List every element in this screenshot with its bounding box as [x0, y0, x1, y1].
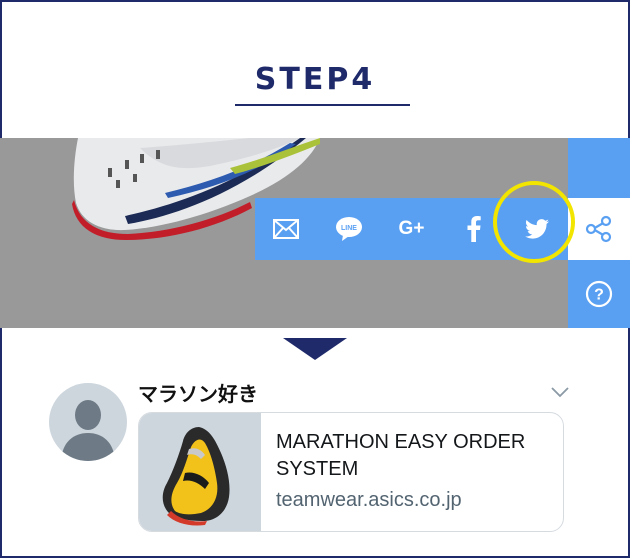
mail-icon[interactable] — [255, 198, 318, 260]
svg-text:?: ? — [594, 287, 604, 304]
card-title: MARATHON EASY ORDER SYSTEM — [276, 431, 526, 480]
link-card[interactable]: MARATHON EASY ORDER SYSTEM teamwear.asic… — [138, 412, 564, 532]
help-icon[interactable]: ? — [568, 274, 630, 314]
step-title-underline — [235, 104, 410, 106]
google-plus-label: G+ — [398, 218, 425, 239]
card-thumbnail — [139, 413, 261, 531]
down-arrow-icon — [283, 338, 347, 360]
step-title: STEP4 — [254, 62, 376, 97]
card-shoe-image — [162, 427, 230, 526]
user-name: マラソン好き — [138, 382, 258, 406]
line-icon[interactable]: LINE — [318, 198, 381, 260]
share-icon[interactable] — [568, 198, 630, 260]
side-rail: ? — [568, 138, 630, 328]
avatar — [49, 383, 127, 461]
line-icon-label: LINE — [341, 225, 357, 232]
google-plus-icon[interactable]: G+ — [380, 198, 443, 260]
card-domain: teamwear.asics.co.jp — [276, 489, 462, 511]
twitter-highlight-circle — [493, 181, 575, 263]
chevron-down-icon[interactable] — [550, 386, 570, 398]
